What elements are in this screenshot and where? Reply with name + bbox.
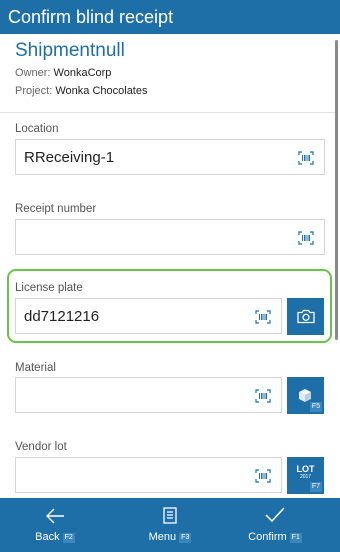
owner-line: Owner: WonkaCorp [15, 67, 111, 79]
menu-label: Menu [148, 531, 177, 543]
back-arrow-icon [46, 508, 64, 524]
menu-key-badge: F3 [179, 533, 192, 543]
project-value: Wonka Chocolates [55, 85, 148, 97]
barcode-scan-icon[interactable] [255, 469, 271, 483]
barcode-scan-icon[interactable] [255, 310, 271, 324]
material-label: Material [15, 362, 56, 374]
material-lookup-button[interactable]: F5 [287, 377, 324, 414]
receipt-number-label: Receipt number [15, 203, 97, 215]
page-title: Confirm blind receipt [8, 7, 174, 27]
license-plate-label: License plate [15, 282, 83, 294]
barcode-scan-icon[interactable] [298, 231, 314, 245]
back-button[interactable]: Back F2 [0, 498, 110, 552]
location-input[interactable]: RReceiving-1 [15, 139, 325, 175]
checkmark-icon [265, 507, 285, 523]
camera-button[interactable] [287, 298, 324, 335]
owner-value: WonkaCorp [53, 67, 112, 79]
material-key-badge: F5 [309, 402, 322, 412]
form-content[interactable]: Shipmentnull Owner: WonkaCorp Project: W… [0, 34, 340, 498]
divider [0, 112, 336, 113]
receipt-number-input[interactable] [15, 219, 325, 255]
vendor-lot-button[interactable]: LOT 2017 F7 [287, 457, 324, 494]
barcode-scan-icon[interactable] [298, 151, 314, 165]
material-input[interactable] [15, 377, 282, 413]
vendor-lot-label: Vendor lot [15, 441, 67, 453]
project-line: Project: Wonka Chocolates [15, 85, 147, 97]
menu-button[interactable]: Menu F3 [115, 498, 225, 552]
location-label: Location [15, 123, 59, 135]
menu-document-icon [163, 507, 177, 524]
license-plate-value: dd7121216 [24, 308, 100, 325]
owner-label: Owner: [15, 67, 51, 79]
back-label: Back [35, 531, 60, 543]
lot-icon-year: 2017 [299, 473, 312, 480]
footer-toolbar: Back F2 Menu F3 Confirm F1 [0, 498, 340, 552]
barcode-scan-icon[interactable] [255, 389, 271, 403]
camera-icon [296, 309, 315, 324]
location-value: RReceiving-1 [24, 149, 115, 166]
lot-icon-text: LOT [296, 463, 315, 474]
vendor-lot-key-badge: F7 [309, 482, 322, 492]
back-key-badge: F2 [62, 533, 75, 543]
vendor-lot-input[interactable] [15, 457, 282, 493]
app-header: Confirm blind receipt [0, 0, 340, 34]
license-plate-input[interactable]: dd7121216 [15, 298, 282, 334]
project-label: Project: [15, 85, 53, 97]
shipment-title: Shipmentnull [15, 40, 125, 61]
confirm-label: Confirm [248, 531, 287, 543]
confirm-button[interactable]: Confirm F1 [220, 498, 330, 552]
scrollbar[interactable] [335, 40, 338, 340]
confirm-key-badge: F1 [289, 533, 302, 543]
